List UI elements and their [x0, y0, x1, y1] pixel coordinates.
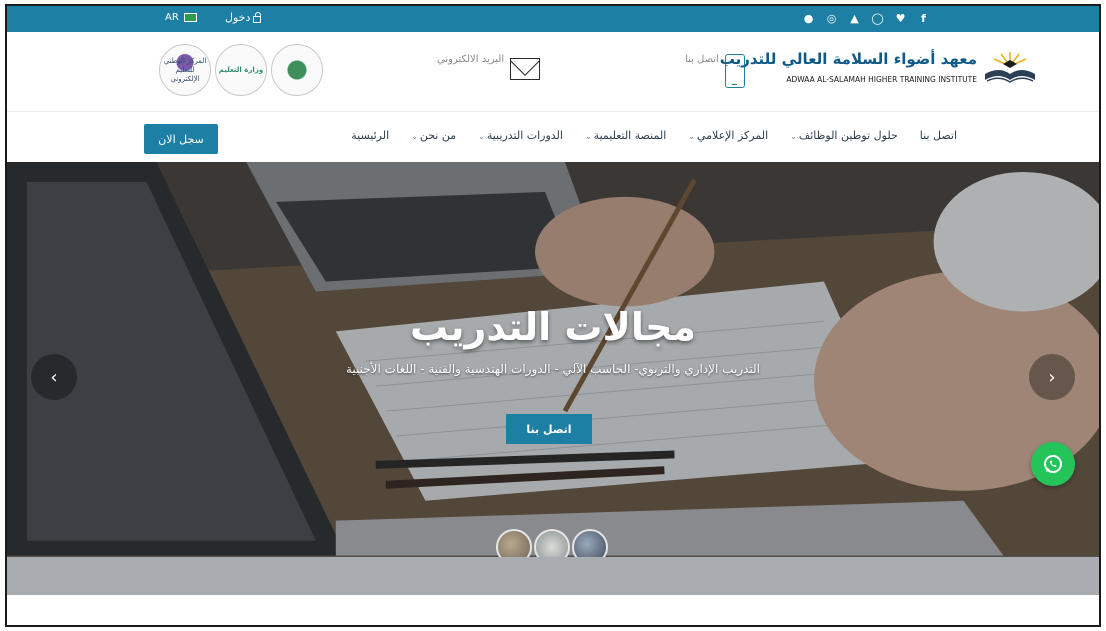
login-link[interactable]: دخول	[225, 11, 262, 24]
nav-item-media[interactable]: المركز الإعلامي⌄	[688, 129, 768, 142]
top-bar: AR دخول ● ◎ ▲ ◯ ♥ f	[7, 6, 1099, 32]
lock-icon	[253, 11, 262, 23]
twitter-icon[interactable]: ♥	[889, 10, 912, 28]
envelope-icon	[510, 58, 541, 80]
whatsapp-small-icon[interactable]: ◯	[866, 10, 889, 28]
nav-item-label: اتصل بنا	[919, 129, 957, 142]
brand-name-arabic: معهد أضواء السلامة العالي للتدريب	[719, 50, 977, 68]
whatsapp-icon	[1044, 455, 1062, 473]
page-content-start	[7, 595, 1099, 625]
partner-logo-label: المركز الوطني للتعليم الإلكتروني	[163, 56, 207, 83]
slider-thumbnail-3[interactable]	[572, 529, 608, 557]
nav-item-home[interactable]: الرئيسية	[351, 129, 389, 142]
partner-logo-national-elearning[interactable]: المركز الوطني للتعليم الإلكتروني	[159, 44, 211, 96]
chevron-down-icon: ⌄	[688, 132, 695, 141]
brand-name-english: ADWAA AL-SALAMAH HIGHER TRAINING INSTITU…	[786, 75, 977, 84]
chevron-down-icon: ⌄	[584, 132, 592, 141]
section-divider-band	[7, 557, 1099, 595]
facebook-icon[interactable]: f	[912, 10, 935, 28]
language-switch[interactable]: AR	[165, 12, 197, 23]
slider-thumbnail-1[interactable]	[496, 529, 532, 557]
hero-title: مجالات التدريب	[409, 305, 697, 349]
nav-item-label: الرئيسية	[351, 129, 390, 142]
nav-item-label: حلول توطين الوظائف	[798, 129, 898, 142]
social-links: ● ◎ ▲ ◯ ♥ f	[797, 10, 935, 28]
nav-item-about[interactable]: من نحن⌄	[411, 129, 456, 142]
slider-thumbnail-2[interactable]	[534, 529, 570, 557]
user-icon[interactable]: ●	[797, 10, 820, 28]
slider-prev-arrow[interactable]: ‹	[31, 354, 77, 400]
book-logo-icon	[985, 52, 1035, 83]
hero-contact-button[interactable]: اتصل بنا	[506, 414, 592, 444]
nav-item-contact[interactable]: اتصل بنا	[920, 129, 957, 142]
nav-item-courses[interactable]: الدورات التدريبية⌄	[478, 129, 563, 142]
nav-item-label: من نحن	[419, 129, 457, 142]
hero-slider: ‹ › مجالات التدريب التدريب الإداري والتر…	[7, 162, 1099, 557]
nav-item-platform[interactable]: المنصة التعليمية⌄	[585, 129, 666, 142]
hero-overlay	[7, 162, 1099, 557]
chevron-down-icon: ⌄	[478, 132, 485, 141]
whatsapp-float-button[interactable]	[1031, 442, 1075, 486]
main-navigation: سجل الان الرئيسية من نحن⌄ الدورات التدري…	[7, 112, 1099, 162]
nav-item-label: المنصة التعليمية	[593, 129, 667, 142]
browser-viewport: AR دخول ● ◎ ▲ ◯ ♥ f المركز الوطني للتعلي…	[5, 4, 1101, 627]
register-now-button[interactable]: سجل الان	[144, 124, 218, 154]
phone-label: اتصل بنا	[685, 54, 719, 65]
nav-menu: الرئيسية من نحن⌄ الدورات التدريبية⌄ المن…	[351, 129, 957, 142]
flag-icon	[183, 13, 197, 22]
partner-logo-seal[interactable]	[271, 44, 323, 96]
slider-next-arrow[interactable]: ›	[1029, 354, 1075, 400]
partner-logo-ministry-education[interactable]: وزارة التعليم	[215, 44, 267, 96]
partner-logos: المركز الوطني للتعليم الإلكتروني وزارة ا…	[159, 44, 323, 96]
nav-item-label: الدورات التدريبية	[486, 129, 563, 142]
site-logo[interactable]: معهد أضواء السلامة العالي للتدريب ADWAA …	[720, 44, 1043, 94]
chevron-down-icon: ⌄	[411, 132, 418, 141]
login-label: دخول	[225, 11, 251, 24]
youtube-icon[interactable]: ▲	[843, 10, 866, 28]
partner-logo-label: وزارة التعليم	[218, 65, 264, 74]
email-contact[interactable]: البريد الالكتروني	[437, 54, 541, 80]
email-label: البريد الالكتروني	[437, 54, 505, 65]
instagram-icon[interactable]: ◎	[820, 10, 843, 28]
chevron-down-icon: ⌄	[790, 132, 797, 141]
slider-thumbnails	[496, 529, 608, 557]
site-header: المركز الوطني للتعليم الإلكتروني وزارة ا…	[7, 32, 1099, 112]
hero-subtitle: التدريب الإداري والتربوي- الحاسب الآلي -…	[345, 362, 761, 376]
nav-item-jobs[interactable]: حلول توطين الوظائف⌄	[790, 129, 898, 142]
nav-item-label: المركز الإعلامي	[696, 129, 769, 142]
language-label: AR	[165, 12, 179, 23]
